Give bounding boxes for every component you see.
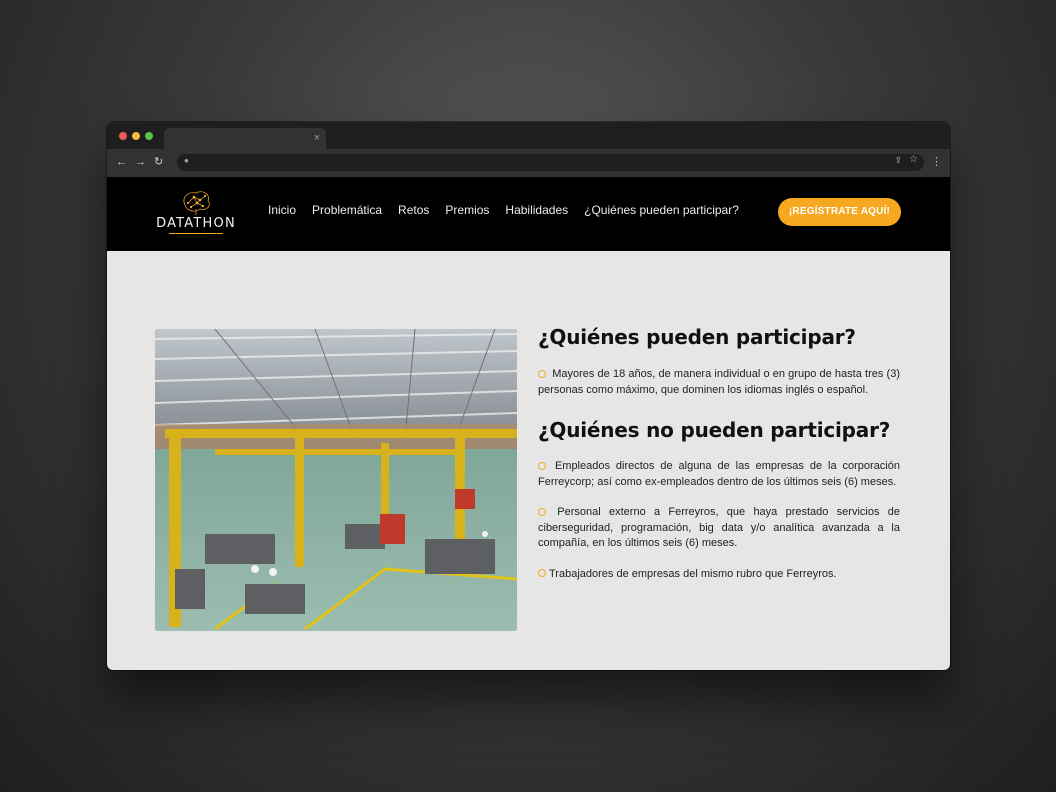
can-participate-title: ¿Quiénes pueden participar? (538, 325, 856, 349)
brain-network-icon (183, 191, 210, 215)
can-participate-item: Mayores de 18 años, de manera individual… (538, 368, 900, 396)
circle-bullet-icon (538, 461, 546, 470)
reload-icon[interactable]: ↻ (154, 155, 163, 169)
factory-photo (155, 329, 517, 631)
site-header: DATATHON Inicio Problemática Retos Premi… (107, 177, 950, 251)
nav-item-inicio[interactable]: Inicio (268, 203, 296, 217)
bookmark-star-icon[interactable]: ☆ (909, 154, 918, 165)
minimize-window-button[interactable] (132, 132, 140, 140)
back-icon[interactable]: ← (116, 155, 127, 169)
lock-icon: ● (184, 156, 189, 165)
nav-item-premios[interactable]: Premios (445, 203, 489, 217)
register-button[interactable]: ¡REGÍSTRATE AQUÍ! (778, 198, 901, 226)
circle-bullet-icon (538, 369, 546, 378)
main-content: ¿Quiénes pueden participar? Mayores de 1… (107, 251, 950, 670)
main-nav: Inicio Problemática Retos Premios Habili… (268, 203, 739, 217)
browser-tab[interactable]: × (164, 128, 326, 149)
nav-item-problematica[interactable]: Problemática (312, 203, 382, 217)
logo-underline (169, 233, 223, 234)
forward-icon[interactable]: → (135, 155, 146, 169)
maximize-window-button[interactable] (145, 132, 153, 140)
cannot-participate-item: Personal externo a Ferreyros, que haya p… (538, 506, 900, 549)
circle-bullet-icon (538, 569, 546, 577)
browser-menu-icon[interactable]: ⋮ (931, 155, 942, 169)
tab-bar: × (107, 122, 950, 149)
circle-bullet-icon (538, 507, 546, 516)
cannot-participate-item: Trabajadores de empresas del mismo rubro… (538, 567, 900, 583)
cannot-participate-title: ¿Quiénes no pueden participar? (538, 418, 891, 442)
participation-info: ¿Quiénes pueden participar? Mayores de 1… (538, 325, 900, 597)
logo-text: DATATHON (156, 216, 236, 231)
browser-toolbar: ← → ↻ ● ⇪ ☆ ⋮ (107, 149, 950, 177)
cannot-participate-item: Empleados directos de alguna de las empr… (538, 460, 900, 488)
nav-item-retos[interactable]: Retos (398, 203, 429, 217)
datathon-logo[interactable]: DATATHON (155, 187, 237, 237)
nav-item-habilidades[interactable]: Habilidades (505, 203, 568, 217)
factory-floor-image (155, 329, 517, 631)
share-icon[interactable]: ⇪ (894, 155, 902, 166)
address-bar[interactable]: ● ⇪ ☆ (177, 154, 924, 171)
tab-close-icon[interactable]: × (314, 131, 320, 145)
close-window-button[interactable] (119, 132, 127, 140)
browser-window: × ← → ↻ ● ⇪ ☆ ⋮ DATATHON Inicio Problemá… (107, 122, 950, 670)
nav-item-quienes[interactable]: ¿Quiénes pueden participar? (584, 203, 739, 217)
